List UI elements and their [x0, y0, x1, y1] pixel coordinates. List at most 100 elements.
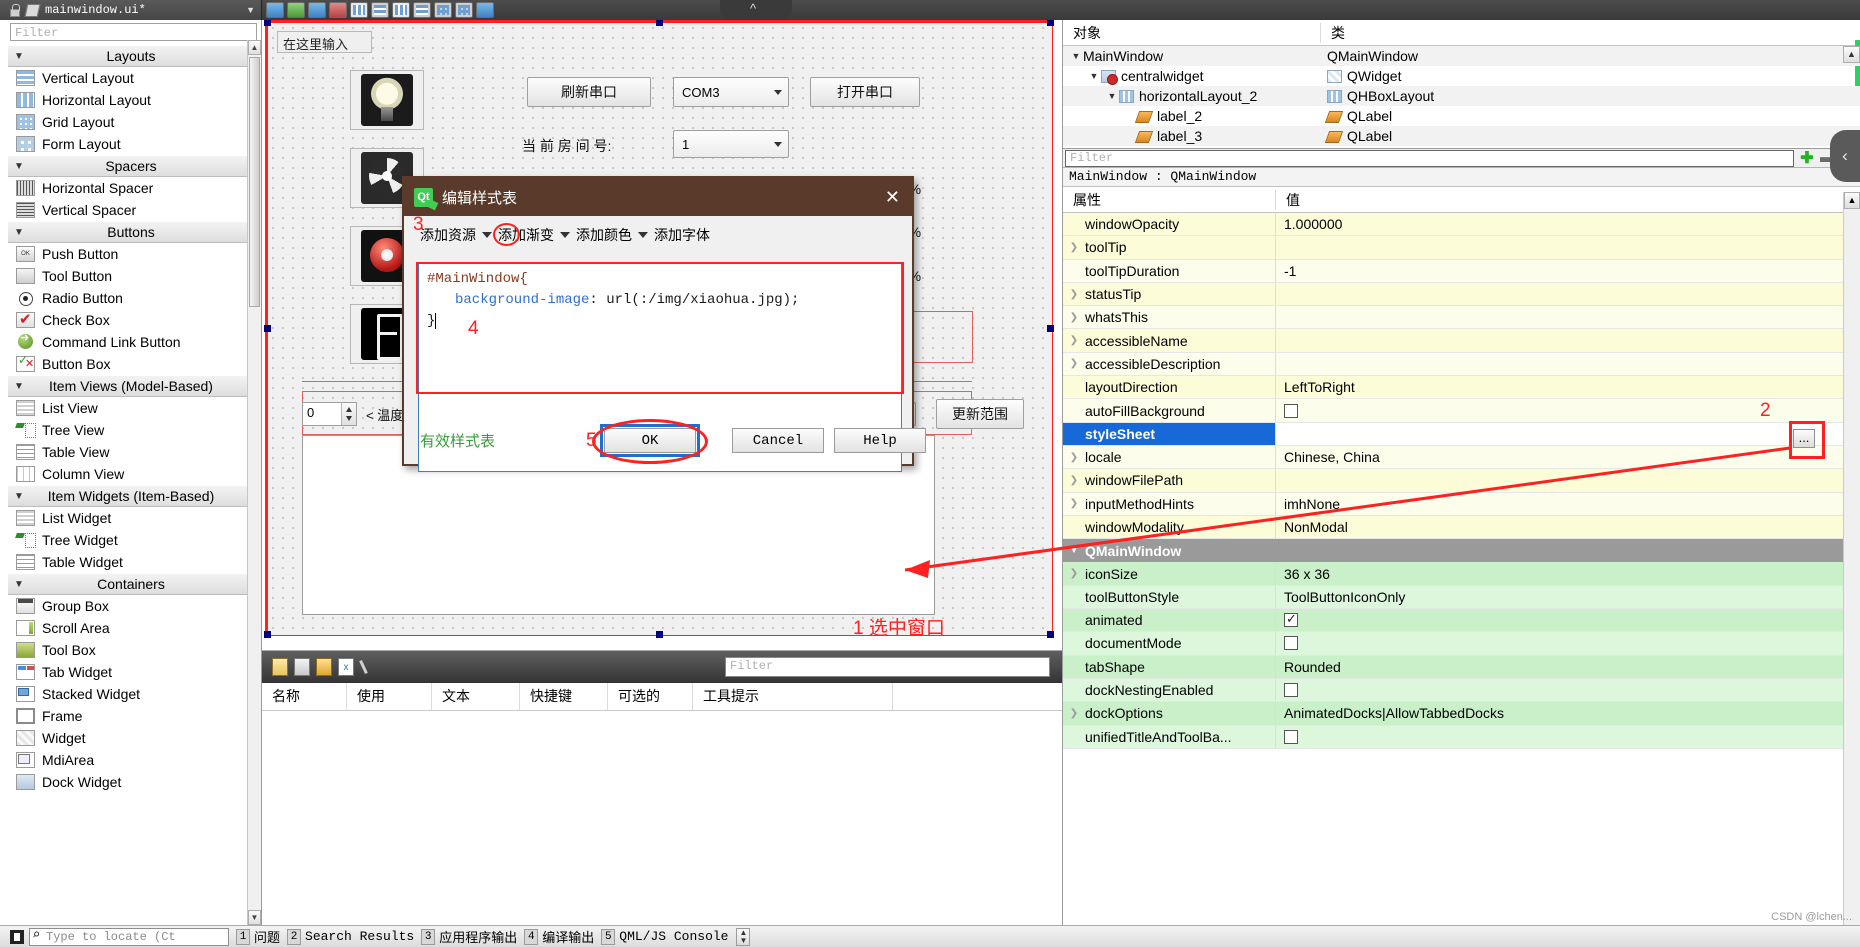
layout-horizontally-icon[interactable]	[350, 2, 368, 18]
action-filter-input[interactable]: Filter	[725, 657, 1050, 677]
copy-action-icon[interactable]	[294, 658, 310, 676]
chevron-down-icon[interactable]: ▼	[8, 491, 30, 502]
chevron-right-icon[interactable]: ❯	[1063, 289, 1085, 300]
new-action-icon[interactable]	[272, 658, 288, 676]
property-checkbox[interactable]	[1284, 611, 1298, 628]
edit-stylesheet-dialog[interactable]: Qt 编辑样式表 ✕ 3 添加资源 添加渐变 添加颜色 添加字体 #MainWi…	[402, 176, 926, 472]
object-row-label_3[interactable]: label_3 QLabel	[1063, 126, 1860, 146]
chevron-right-icon[interactable]: ❯	[1063, 568, 1085, 579]
resize-handle-bc[interactable]	[656, 631, 663, 638]
status-item-1[interactable]: 1 问题	[236, 927, 280, 946]
action-column-header-5[interactable]: 工具提示	[693, 683, 893, 710]
edit-buddies-icon[interactable]	[308, 2, 326, 18]
widget-item-tool-box[interactable]: Tool Box	[8, 639, 254, 661]
edit-widgets-icon[interactable]	[266, 2, 284, 18]
widget-box-filter-input[interactable]: Filter	[10, 23, 257, 41]
object-row-MainWindow[interactable]: ▼ MainWindow QMainWindow	[1063, 46, 1860, 66]
chevron-right-icon[interactable]: ❯	[1063, 335, 1085, 346]
scroll-down-icon[interactable]: ▼	[248, 910, 261, 925]
property-row-tabShape[interactable]: tabShape Rounded	[1063, 655, 1860, 679]
property-row-toolButtonStyle[interactable]: toolButtonStyle ToolButtonIconOnly	[1063, 585, 1860, 610]
property-row-windowFilePath[interactable]: ❯ windowFilePath	[1063, 469, 1860, 493]
add-gradient-dropdown-icon[interactable]	[560, 232, 570, 238]
property-row-statusTip[interactable]: ❯ statusTip	[1063, 282, 1860, 307]
edit-action-icon[interactable]	[316, 658, 332, 676]
property-row-animated[interactable]: animated	[1063, 609, 1860, 633]
panel-collapse-button[interactable]: ‹	[1830, 130, 1860, 182]
scroll-up-icon[interactable]: ▲	[248, 40, 261, 55]
add-resource-button[interactable]: 添加资源	[420, 225, 476, 245]
property-row-styleSheet[interactable]: styleSheet	[1063, 422, 1860, 446]
status-item-3[interactable]: 3 应用程序输出	[421, 927, 517, 946]
chevron-down-icon[interactable]: ▼	[246, 5, 255, 15]
resize-handle-ml[interactable]	[264, 325, 271, 332]
widget-category-item-widgets-item-based[interactable]: ▼ Item Widgets (Item-Based)	[8, 485, 254, 507]
widget-item-mdiarea[interactable]: MdiArea	[8, 749, 254, 771]
chevron-down-icon[interactable]: ▼	[8, 579, 30, 590]
widget-item-vertical-layout[interactable]: Vertical Layout	[8, 67, 254, 89]
widget-item-command-link-button[interactable]: Command Link Button	[8, 331, 254, 353]
property-checkbox[interactable]	[1284, 683, 1298, 698]
property-row-iconSize[interactable]: ❯ iconSize 36 x 36	[1063, 562, 1860, 586]
property-filter-input[interactable]: Filter	[1065, 149, 1794, 167]
widget-item-radio-button[interactable]: Radio Button	[8, 287, 254, 309]
property-group-qmainwindow[interactable]: ▼ QMainWindow	[1063, 539, 1860, 563]
chevron-down-icon[interactable]: ▼	[1105, 91, 1119, 101]
layout-form-icon[interactable]	[455, 2, 473, 18]
layout-grid-icon[interactable]	[434, 2, 452, 18]
chevron-right-icon[interactable]: ❯	[1063, 452, 1085, 463]
add-font-button[interactable]: 添加字体	[654, 225, 710, 245]
add-property-icon[interactable]: ✚	[1796, 148, 1818, 168]
cancel-button[interactable]: Cancel	[732, 428, 824, 453]
chevron-down-icon[interactable]: ▼	[8, 227, 30, 238]
lock-icon[interactable]	[8, 4, 20, 17]
widget-category-buttons[interactable]: ▼ Buttons	[8, 221, 254, 243]
chevron-right-icon[interactable]: ❯	[1063, 475, 1085, 486]
object-row-horizontalLayout_2[interactable]: ▼ horizontalLayout_2 QHBoxLayout	[1063, 86, 1860, 106]
update-range-button[interactable]: 更新范围	[936, 399, 1024, 429]
widget-item-group-box[interactable]: Group Box	[8, 595, 254, 617]
scrollbar-thumb[interactable]	[249, 57, 260, 307]
widget-item-horizontal-layout[interactable]: Horizontal Layout	[8, 89, 254, 111]
property-scrollbar[interactable]: ▲	[1843, 192, 1860, 925]
widget-box-scrollbar[interactable]: ▲ ▼	[247, 40, 261, 925]
widget-item-tree-widget[interactable]: Tree Widget	[8, 529, 254, 551]
property-row-toolTip[interactable]: ❯ toolTip	[1063, 236, 1860, 260]
widget-item-table-widget[interactable]: Table Widget	[8, 551, 254, 573]
port-combo[interactable]: COM3	[673, 77, 789, 107]
property-row-toolTipDuration[interactable]: toolTipDuration -1	[1063, 259, 1860, 283]
widget-item-form-layout[interactable]: Form Layout	[8, 133, 254, 155]
status-item-5[interactable]: 5 QML/JS Console	[601, 928, 728, 945]
chevron-down-icon[interactable]: ▼	[1063, 545, 1085, 556]
object-row-centralwidget[interactable]: ▼ centralwidget QWidget	[1063, 66, 1860, 86]
chevron-down-icon[interactable]: ▼	[1069, 51, 1083, 61]
widget-item-tab-widget[interactable]: Tab Widget	[8, 661, 254, 683]
resize-handle-br[interactable]	[1047, 631, 1054, 638]
widget-category-spacers[interactable]: ▼ Spacers	[8, 155, 254, 177]
widget-item-scroll-area[interactable]: Scroll Area	[8, 617, 254, 639]
widget-item-push-button[interactable]: OK Push Button	[8, 243, 254, 265]
status-bar-scroll-icon[interactable]: ▲ ▼	[736, 927, 751, 946]
toolbar-collapse-tab[interactable]	[720, 0, 792, 20]
action-column-header-2[interactable]: 文本	[432, 683, 520, 710]
property-row-locale[interactable]: ❯ locale Chinese, China	[1063, 445, 1860, 470]
layout-vertically-icon[interactable]	[371, 2, 389, 18]
add-resource-dropdown-icon[interactable]	[482, 232, 492, 238]
property-row-documentMode[interactable]: documentMode	[1063, 632, 1860, 656]
widget-item-button-box[interactable]: Button Box	[8, 353, 254, 375]
edit-tab-order-icon[interactable]	[329, 2, 347, 18]
widget-item-list-widget[interactable]: List Widget	[8, 507, 254, 529]
edit-signals-icon[interactable]	[287, 2, 305, 18]
widget-item-check-box[interactable]: Check Box	[8, 309, 254, 331]
resize-handle-bl[interactable]	[264, 631, 271, 638]
resize-handle-mr[interactable]	[1047, 325, 1054, 332]
widget-item-list-view[interactable]: List View	[8, 397, 254, 419]
widget-category-item-views-model-based[interactable]: ▼ Item Views (Model-Based)	[8, 375, 254, 397]
add-color-dropdown-icon[interactable]	[638, 232, 648, 238]
widget-item-stacked-widget[interactable]: Stacked Widget	[8, 683, 254, 705]
property-row-inputMethodHints[interactable]: ❯ inputMethodHints imhNone	[1063, 492, 1860, 516]
action-column-header-1[interactable]: 使用	[347, 683, 432, 710]
open-port-button[interactable]: 打开串口	[810, 77, 920, 107]
property-row-accessibleName[interactable]: ❯ accessibleName	[1063, 329, 1860, 353]
resize-handle-tl[interactable]	[264, 20, 271, 26]
